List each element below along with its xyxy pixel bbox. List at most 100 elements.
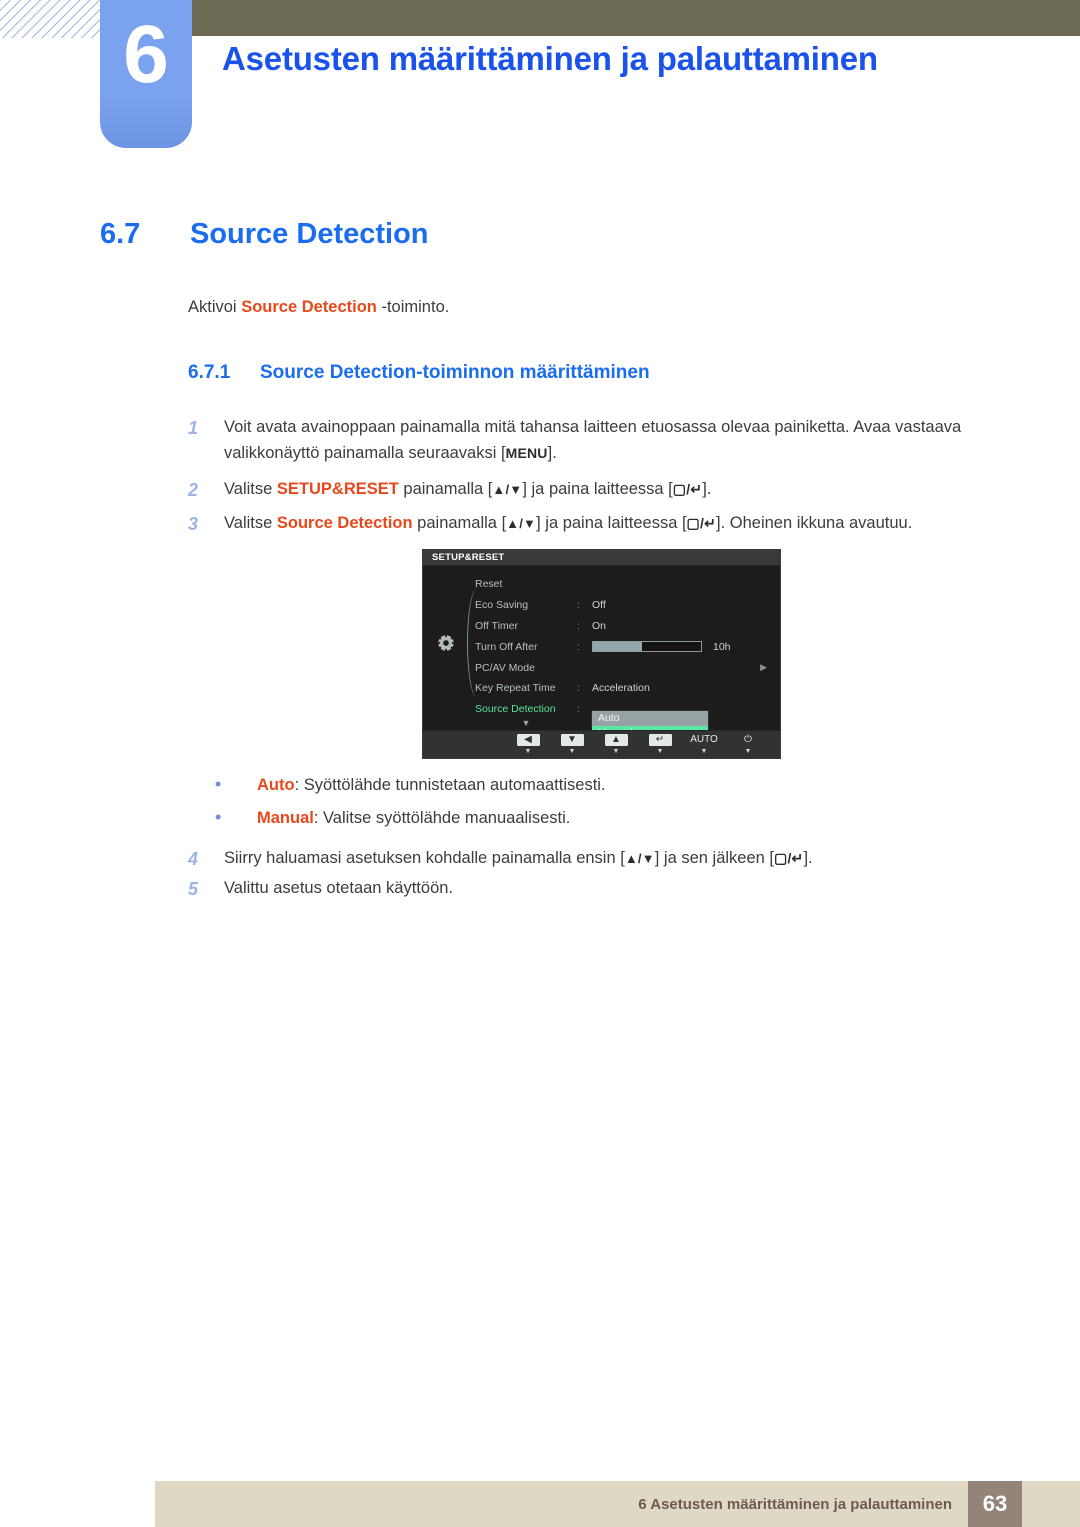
button-sub-caret-icon: ▼ <box>524 748 532 755</box>
osd-row-label: PC/AV Mode <box>475 661 535 674</box>
osd-row-colon: : <box>577 703 580 716</box>
scroll-down-caret-icon[interactable]: ▼ <box>475 718 577 728</box>
osd-row-list: Reset Eco Saving : Off Off Timer : On Tu… <box>475 574 775 720</box>
enter-button[interactable]: ↵ ▼ <box>638 734 682 756</box>
menu-keycap: MENU <box>505 445 548 462</box>
osd-row-label: Key Repeat Time <box>475 682 556 695</box>
footer-inner: 6 Asetusten määrittäminen ja palauttamin… <box>638 1481 1022 1527</box>
enter-icon: ↵ <box>648 734 672 746</box>
bullet-accent: Manual <box>257 809 314 827</box>
step-text-part: Siirry haluamasi asetuksen kohdalle pain… <box>224 849 625 867</box>
osd-row-label: Source Detection <box>475 703 556 716</box>
step-text-part: ]. <box>702 480 712 498</box>
step-text: Valitse Source Detection painamalla [▲/▼… <box>224 510 1018 538</box>
auto-button[interactable]: AUTO ▼ <box>682 734 726 756</box>
chapter-number-badge: 6 <box>100 0 192 148</box>
left-arrow-icon: ◀ <box>516 734 540 746</box>
updown-keycap: ▲/▼ <box>624 851 655 866</box>
section-number: 6.7 <box>100 218 141 250</box>
osd-row-colon: : <box>577 640 580 653</box>
hatch-decoration <box>0 0 104 38</box>
osd-row-turn-off-after[interactable]: Turn Off After : 10h <box>475 636 775 657</box>
step-item: 3 Valitse Source Detection painamalla [▲… <box>188 510 1018 538</box>
osd-row-value: On <box>592 619 607 632</box>
bullet-text: : Valitse syöttölähde manuaalisesti. <box>313 809 571 827</box>
step-text-part: ]. Oheinen ikkuna avautuu. <box>716 514 913 532</box>
step-item: 5 Valittu asetus otetaan käyttöön. <box>188 875 1018 903</box>
step-text-part: Voit avata avainoppaan painamalla mitä t… <box>224 418 962 463</box>
osd-row-key-repeat-time[interactable]: Key Repeat Time : Acceleration <box>475 678 775 699</box>
step-text-part: ] ja paina laitteessa [ <box>536 514 687 532</box>
turn-off-after-slider[interactable] <box>592 641 702 653</box>
page-number: 63 <box>968 1481 1022 1527</box>
down-arrow-icon: ▼ <box>560 734 584 746</box>
auto-label: AUTO <box>690 734 718 745</box>
bullet-text: : Syöttölähde tunnistetaan automaattises… <box>294 776 606 794</box>
bullet-accent: Auto <box>257 776 295 794</box>
chevron-right-icon: ▶ <box>760 662 767 673</box>
osd-menu-graphic: SETUP&RESET Reset Eco Saving: Off Off T… <box>423 550 780 758</box>
up-arrow-icon: ▲ <box>604 734 628 746</box>
osd-row-colon: : <box>577 599 580 612</box>
slider-fill <box>593 642 642 652</box>
header-olive-bar <box>192 0 1080 36</box>
list-item: • Manual: Valitse syöttölähde manuaalise… <box>215 808 570 828</box>
gear-icon <box>435 632 457 654</box>
step-text: Valitse SETUP&RESET painamalla [▲/▼] ja … <box>224 476 1018 504</box>
step-text-part: ] ja paina laitteessa [ <box>522 480 673 498</box>
intro-accent: Source Detection <box>241 298 377 316</box>
osd-body: Reset Eco Saving : Off Off Timer : On Tu… <box>423 566 780 742</box>
updown-keycap: ▲/▼ <box>506 516 537 531</box>
osd-row-pc-av-mode[interactable]: PC/AV Mode ▶ <box>475 657 775 678</box>
updown-keycap: ▲/▼ <box>492 482 523 497</box>
enter-keycap: ▢/↵ <box>774 850 804 866</box>
step-item: 4 Siirry haluamasi asetuksen kohdalle pa… <box>188 845 1018 873</box>
step-text: Valittu asetus otetaan käyttöön. <box>224 879 454 897</box>
step-accent: SETUP&RESET <box>276 480 399 498</box>
step-item: 1 Voit avata avainoppaan painamalla mitä… <box>188 414 1018 466</box>
osd-row-reset[interactable]: Reset <box>475 574 775 595</box>
section-intro: Aktivoi Source Detection -toiminto. <box>188 298 449 317</box>
osd-title: SETUP&RESET <box>423 550 780 566</box>
button-sub-caret-icon: ▼ <box>568 748 576 755</box>
left-arrow-button[interactable]: ◀ ▼ <box>506 734 550 756</box>
step-accent: Source Detection <box>276 514 413 532</box>
page-header: 6 Asetusten määrittäminen ja palauttamin… <box>0 0 1080 160</box>
osd-row-colon: : <box>577 682 580 695</box>
intro-prefix: Aktivoi <box>188 298 242 316</box>
step-text-part: ]. <box>803 849 813 867</box>
down-arrow-button[interactable]: ▼ ▼ <box>550 734 594 756</box>
osd-row-label: Eco Saving <box>475 599 529 612</box>
osd-row-eco-saving[interactable]: Eco Saving : Off <box>475 595 775 616</box>
step-text-part: Valitse <box>224 480 277 498</box>
up-arrow-button[interactable]: ▲ ▼ <box>594 734 638 756</box>
intro-suffix: -toiminto. <box>376 298 450 316</box>
footer-chapter-text: 6 Asetusten määrittäminen ja palauttamin… <box>638 1495 952 1513</box>
step-text: Voit avata avainoppaan painamalla mitä t… <box>224 414 1018 466</box>
subsection-number: 6.7.1 <box>188 362 231 383</box>
step-text-part: ] ja sen jälkeen [ <box>654 849 775 867</box>
subsection-heading: 6.7.1 Source Detection-toiminnon määritt… <box>188 362 650 384</box>
chapter-title: Asetusten määrittäminen ja palauttaminen <box>222 40 878 77</box>
step-text-part: painamalla [ <box>412 514 507 532</box>
osd-row-off-timer[interactable]: Off Timer : On <box>475 616 775 637</box>
enter-keycap: ▢/↵ <box>686 515 716 531</box>
osd-row-colon: : <box>577 619 580 632</box>
osd-row-label: Reset <box>475 578 503 591</box>
bullet-dot-icon: • <box>215 774 222 794</box>
osd-row-label: Turn Off After <box>475 640 538 653</box>
dropdown-option-auto[interactable]: Auto <box>592 711 708 726</box>
bullet-body: Auto: Syöttölähde tunnistetaan automaatt… <box>257 776 606 795</box>
step-number: 3 <box>188 514 199 534</box>
step-number: 4 <box>188 849 199 869</box>
list-item: • Auto: Syöttölähde tunnistetaan automaa… <box>215 775 606 795</box>
step-text-part: ]. <box>547 444 557 463</box>
slider-value: 10h <box>713 640 731 653</box>
step-text-part: Valitse <box>224 514 277 532</box>
power-icon: ⏻ <box>744 734 752 745</box>
section-title: Source Detection <box>190 218 429 250</box>
power-button[interactable]: ⏻ ▼ <box>726 734 770 756</box>
step-text-part: painamalla [ <box>398 480 493 498</box>
subsection-title: Source Detection-toiminnon määrittäminen <box>260 362 650 383</box>
enter-keycap: ▢/↵ <box>672 481 703 497</box>
